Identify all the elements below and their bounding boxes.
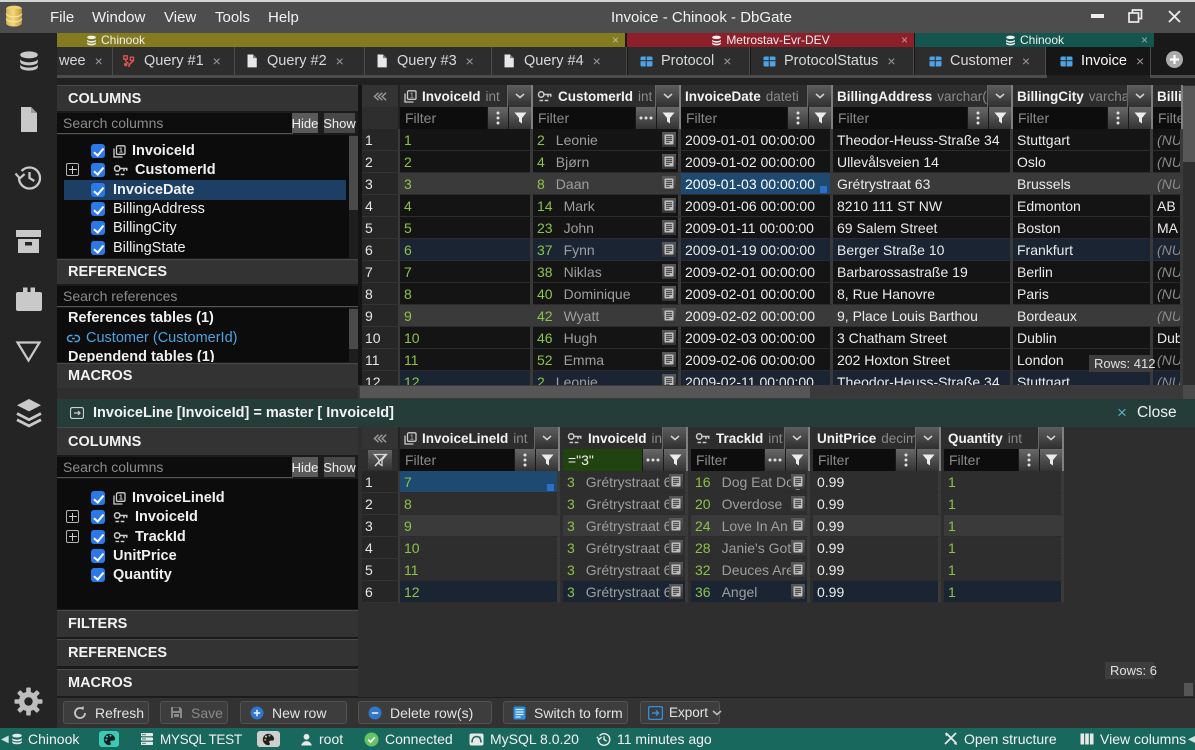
svg-text:1: 1 [410,90,414,99]
svg-text:1: 1 [119,492,123,501]
svg-text:1: 1 [119,145,123,154]
svg-text:1: 1 [410,432,414,441]
